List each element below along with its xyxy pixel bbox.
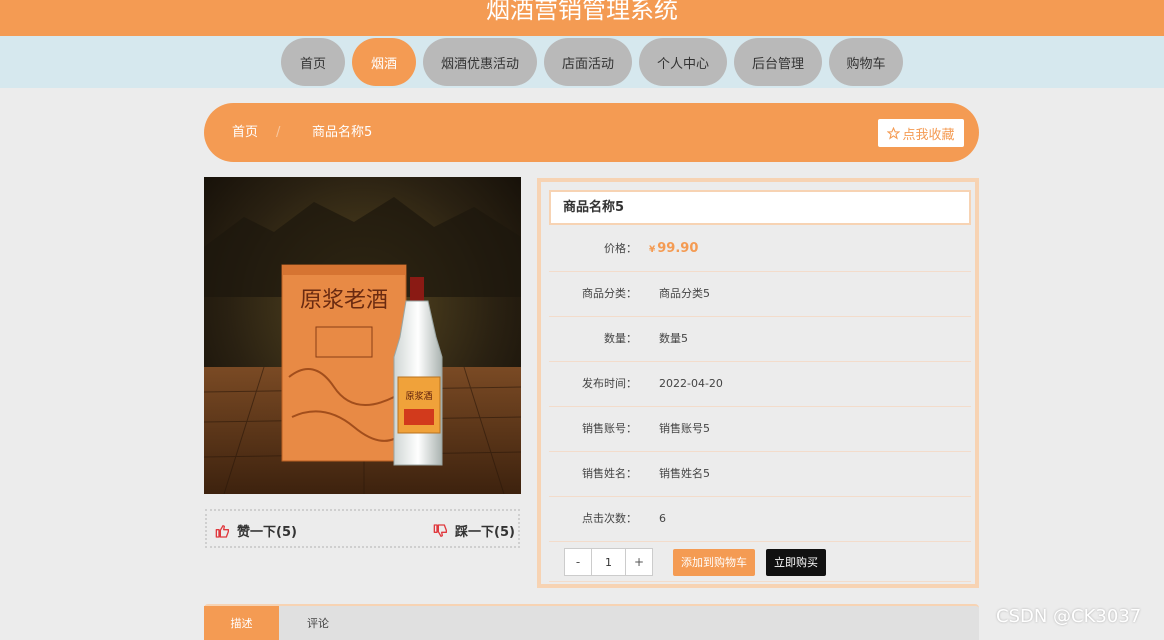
watermark: CSDN @CK3037 bbox=[996, 606, 1142, 627]
tab-description[interactable]: 描述 bbox=[204, 606, 279, 640]
publish-time-value: 2022-04-20 bbox=[659, 377, 723, 390]
vote-box: 赞一下(5) 踩一下(5) bbox=[205, 509, 520, 548]
field-row: 点击次数： 6 bbox=[549, 497, 971, 542]
quantity-value: 数量5 bbox=[659, 332, 688, 345]
category-value: 商品分类5 bbox=[659, 287, 710, 300]
currency-symbol: ¥ bbox=[649, 245, 656, 255]
tabs-bar: 描述 评论 bbox=[204, 604, 979, 640]
top-bar: 烟酒营销管理系统 bbox=[0, 0, 1164, 36]
price-label: 价格： bbox=[604, 242, 637, 255]
tab-comments[interactable]: 评论 bbox=[279, 606, 357, 640]
favorite-label: 点我收藏 bbox=[902, 127, 955, 143]
field-row: 销售账号： 销售账号5 bbox=[549, 407, 971, 452]
quantity-input[interactable]: 1 bbox=[591, 549, 626, 575]
click-count-label: 点击次数： bbox=[582, 512, 637, 525]
dislike-label: 踩一下(5) bbox=[455, 525, 515, 540]
publish-time-label: 发布时间： bbox=[582, 377, 637, 390]
purchase-controls: - 1 + 添加到购物车 立即购买 bbox=[564, 548, 826, 576]
quantity-stepper: - 1 + bbox=[564, 548, 653, 576]
price-amount: 99.90 bbox=[657, 241, 699, 256]
nav-item-personal-center[interactable]: 个人中心 bbox=[639, 38, 727, 86]
seller-account-label: 销售账号： bbox=[582, 422, 637, 435]
breadcrumb-home[interactable]: 首页 bbox=[232, 125, 258, 141]
buy-now-button[interactable]: 立即购买 bbox=[766, 548, 826, 576]
price-value: ¥99.90 bbox=[649, 227, 698, 272]
field-row: 商品分类： 商品分类5 bbox=[549, 272, 971, 317]
nav-item-tobacco-wine[interactable]: 烟酒 bbox=[352, 38, 416, 86]
seller-account-value: 销售账号5 bbox=[659, 422, 710, 435]
seller-name-label: 销售姓名： bbox=[582, 467, 637, 480]
field-row: 销售姓名： 销售姓名5 bbox=[549, 452, 971, 497]
site-title: 烟酒营销管理系统 bbox=[486, 0, 678, 24]
breadcrumb-current: 商品名称5 bbox=[312, 125, 373, 140]
quantity-plus-button[interactable]: + bbox=[626, 549, 652, 575]
thumbs-up-icon bbox=[215, 524, 229, 538]
breadcrumb: 首页 / 商品名称5 点我收藏 bbox=[204, 103, 979, 162]
dislike-button[interactable]: 踩一下(5) bbox=[433, 521, 515, 540]
thumbs-down-icon bbox=[433, 523, 447, 537]
bottle-label-text: 原浆酒 bbox=[405, 390, 432, 402]
quantity-label: 数量： bbox=[604, 332, 637, 345]
nav-item-admin[interactable]: 后台管理 bbox=[734, 38, 822, 86]
nav-item-home[interactable]: 首页 bbox=[281, 38, 345, 86]
price-row: 价格： ¥99.90 bbox=[549, 227, 971, 272]
click-count-value: 6 bbox=[659, 512, 666, 525]
breadcrumb-separator: / bbox=[276, 125, 281, 140]
add-to-cart-button[interactable]: 添加到购物车 bbox=[673, 548, 755, 576]
product-image: 原浆老酒 原浆酒 bbox=[204, 177, 521, 494]
favorite-button[interactable]: 点我收藏 bbox=[878, 119, 964, 147]
like-label: 赞一下(5) bbox=[237, 525, 297, 540]
field-row: 数量： 数量5 bbox=[549, 317, 971, 362]
product-detail-panel: 商品名称5 价格： ¥99.90 商品分类： 商品分类5 数量： 数量5 发布时… bbox=[537, 178, 979, 588]
nav-item-store-events[interactable]: 店面活动 bbox=[544, 38, 632, 86]
main-nav: 首页 烟酒 烟酒优惠活动 店面活动 个人中心 后台管理 购物车 bbox=[281, 38, 903, 86]
star-icon bbox=[887, 126, 901, 140]
seller-name-value: 销售姓名5 bbox=[659, 467, 710, 480]
quantity-minus-button[interactable]: - bbox=[565, 549, 591, 575]
box-brand-text: 原浆老酒 bbox=[300, 288, 388, 313]
field-row: 发布时间： 2022-04-20 bbox=[549, 362, 971, 407]
product-name: 商品名称5 bbox=[549, 190, 971, 225]
category-label: 商品分类： bbox=[582, 287, 637, 300]
nav-item-promotions[interactable]: 烟酒优惠活动 bbox=[423, 38, 537, 86]
nav-item-cart[interactable]: 购物车 bbox=[829, 38, 903, 86]
like-button[interactable]: 赞一下(5) bbox=[215, 521, 297, 540]
